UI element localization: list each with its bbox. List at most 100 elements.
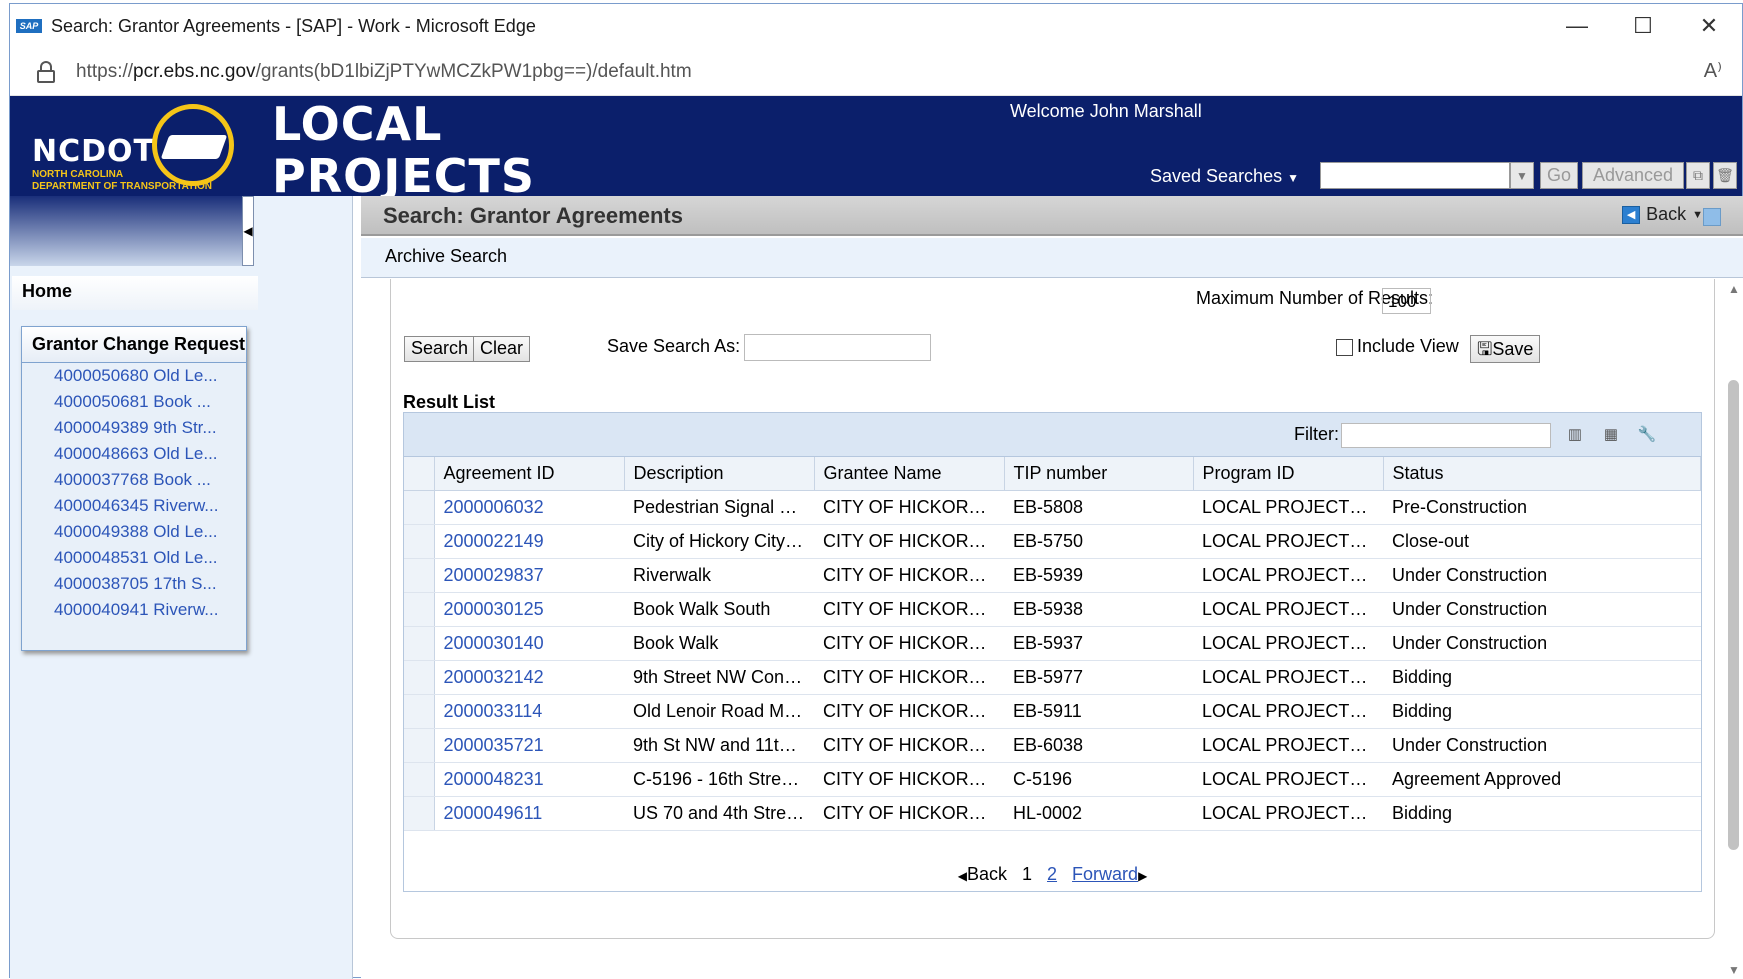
grantor-item[interactable]: 4000049388 Old Le... <box>22 519 246 545</box>
row-selector[interactable] <box>404 592 435 627</box>
grantor-item[interactable]: 4000049389 9th Str... <box>22 415 246 441</box>
table-cell: Under Construction <box>1383 558 1701 593</box>
agreement-id-link[interactable]: 2000022149 <box>434 524 624 559</box>
table-row[interactable]: 2000048231 C-5196 - 16th Street ... CITY O… <box>404 762 1701 797</box>
chart-icon[interactable]: ▥ <box>1564 423 1586 445</box>
column-header[interactable]: Grantee Name <box>814 457 1005 491</box>
save-search-input[interactable] <box>744 334 931 361</box>
row-selector[interactable] <box>404 490 435 525</box>
table-row[interactable]: 2000049611 US 70 and 4th Street... CITY OF… <box>404 796 1701 831</box>
search-button[interactable]: Search <box>404 336 476 362</box>
row-selector[interactable] <box>404 796 435 831</box>
personalize-icon[interactable]: ⧉ <box>1686 162 1710 189</box>
agreement-id-link[interactable]: 2000030125 <box>434 592 624 627</box>
row-selector[interactable] <box>404 558 435 593</box>
collapse-nav-icon[interactable]: ◀ <box>242 196 254 266</box>
table-cell: CITY OF HICKORY /... <box>814 660 1004 695</box>
column-header[interactable]: TIP number <box>1004 457 1194 491</box>
saved-search-select[interactable] <box>1320 162 1510 189</box>
grantor-item[interactable]: 4000048531 Old Le... <box>22 545 246 571</box>
table-row[interactable]: 2000032142 9th Street NW Conn... CITY OF H… <box>404 660 1701 695</box>
row-selector[interactable] <box>404 524 435 559</box>
splitter-handle[interactable]: ⋮ <box>356 579 370 599</box>
column-header[interactable]: Agreement ID <box>434 457 625 491</box>
scroll-up-icon[interactable]: ▲ <box>1728 282 1740 296</box>
grantor-item[interactable]: 4000038705 17th S... <box>22 571 246 597</box>
grantor-item[interactable]: 4000050681 Book ... <box>22 389 246 415</box>
table-cell: LOCAL PROJECTS ... <box>1193 796 1383 831</box>
read-aloud-icon[interactable]: A⁾ <box>1704 58 1722 83</box>
page-title: Search: Grantor Agreements <box>383 203 683 228</box>
agreement-id-link[interactable]: 2000033114 <box>434 694 624 729</box>
minimize-button[interactable]: — <box>1544 4 1610 48</box>
table-cell: Riverwalk <box>624 558 814 593</box>
agreement-id-link[interactable]: 2000048231 <box>434 762 624 797</box>
url-text[interactable]: https://pcr.ebs.nc.gov/grants(bD1lbiZjPT… <box>76 61 692 83</box>
table-row[interactable]: 2000022149 City of Hickory Cityw... CITY O… <box>404 524 1701 559</box>
result-table: Agreement ID Description Grantee Name TI… <box>404 457 1701 831</box>
table-row[interactable]: 2000030140 Book Walk CITY OF HICKORY /... E… <box>404 626 1701 661</box>
saved-searches-menu[interactable]: Saved Searches ▼ <box>1150 166 1299 187</box>
column-header[interactable]: Status <box>1383 457 1701 491</box>
pager-page-2[interactable]: 2 <box>1047 864 1057 884</box>
row-selector[interactable] <box>404 660 435 695</box>
table-cell: EB-5911 <box>1004 694 1193 729</box>
filter-input[interactable] <box>1341 423 1551 448</box>
grantor-item[interactable]: 4000040941 Riverw... <box>22 597 246 623</box>
archive-search-link[interactable]: Archive Search <box>361 238 1743 278</box>
agreement-id-link[interactable]: 2000030140 <box>434 626 624 661</box>
pager-back[interactable]: Back <box>967 864 1007 884</box>
row-selector[interactable] <box>404 728 435 763</box>
table-row[interactable]: 2000006032 Pedestrian Signal U... CITY OF … <box>404 490 1701 525</box>
advanced-button[interactable]: Advanced <box>1582 162 1684 189</box>
scroll-down-icon[interactable]: ▼ <box>1728 963 1740 977</box>
agreement-id-link[interactable]: 2000035721 <box>434 728 624 763</box>
include-view-checkbox[interactable] <box>1336 339 1353 356</box>
table-row[interactable]: 2000035721 9th St NW and 11th ... CITY OF … <box>404 728 1701 763</box>
max-results-input[interactable]: 100 <box>1382 288 1431 314</box>
nav-home[interactable]: Home <box>12 276 258 310</box>
grantor-item[interactable]: 4000037768 Book ... <box>22 467 246 493</box>
address-bar[interactable]: https://pcr.ebs.nc.gov/grants(bD1lbiZjPT… <box>10 48 1742 96</box>
agreement-id-link[interactable]: 2000029837 <box>434 558 624 593</box>
table-cell: EB-5939 <box>1004 558 1193 593</box>
grantor-item[interactable]: 4000048663 Old Le... <box>22 441 246 467</box>
close-button[interactable]: ✕ <box>1676 4 1742 48</box>
forward-icon[interactable] <box>1703 208 1721 226</box>
table-row[interactable]: 2000030125 Book Walk South CITY OF HICKORY… <box>404 592 1701 627</box>
vertical-scrollbar[interactable]: ▲ ▼ <box>1725 280 1743 979</box>
column-header[interactable]: Program ID <box>1193 457 1384 491</box>
settings-wrench-icon[interactable]: 🔧 <box>1636 423 1658 445</box>
chevron-down-icon[interactable]: ▼ <box>1510 162 1534 189</box>
save-button[interactable]: 🖫Save <box>1470 335 1541 363</box>
back-button[interactable]: ◀ Back ▼ <box>1622 204 1703 225</box>
table-cell: HL-0002 <box>1004 796 1193 831</box>
pager-forward[interactable]: Forward <box>1072 864 1138 884</box>
table-cell: Bidding <box>1383 660 1701 695</box>
grantor-item[interactable]: 4000046345 Riverw... <box>22 493 246 519</box>
clear-button[interactable]: Clear <box>473 336 531 362</box>
agreement-id-link[interactable]: 2000006032 <box>434 490 624 525</box>
agreement-id-link[interactable]: 2000049611 <box>434 796 624 831</box>
row-selector[interactable] <box>404 762 435 797</box>
row-selector[interactable] <box>404 694 435 729</box>
export-excel-icon[interactable]: ▦ <box>1600 423 1622 445</box>
table-cell: CITY OF HICKORY /... <box>814 626 1004 661</box>
lock-icon[interactable] <box>36 60 56 83</box>
select-all-cell[interactable] <box>404 457 435 491</box>
grantor-change-request-header[interactable]: Grantor Change Request <box>22 327 246 363</box>
table-cell: LOCAL PROJECTS ... <box>1193 626 1383 661</box>
table-cell: Old Lenoir Road Mul... <box>624 694 814 729</box>
table-cell: CITY OF HICKORY /... <box>814 524 1004 559</box>
caret-down-icon[interactable]: ▼ <box>1692 209 1703 221</box>
table-row[interactable]: 2000033114 Old Lenoir Road Mul... CITY OF … <box>404 694 1701 729</box>
trash-icon[interactable]: 🗑 <box>1713 162 1737 189</box>
table-row[interactable]: 2000029837 Riverwalk CITY OF HICKORY /... E… <box>404 558 1701 593</box>
go-button[interactable]: Go <box>1540 162 1578 189</box>
scroll-thumb[interactable] <box>1728 380 1739 850</box>
column-header[interactable]: Description <box>624 457 815 491</box>
agreement-id-link[interactable]: 2000032142 <box>434 660 624 695</box>
maximize-button[interactable]: ☐ <box>1610 4 1676 48</box>
row-selector[interactable] <box>404 626 435 661</box>
grantor-item[interactable]: 4000050680 Old Le... <box>22 363 246 389</box>
